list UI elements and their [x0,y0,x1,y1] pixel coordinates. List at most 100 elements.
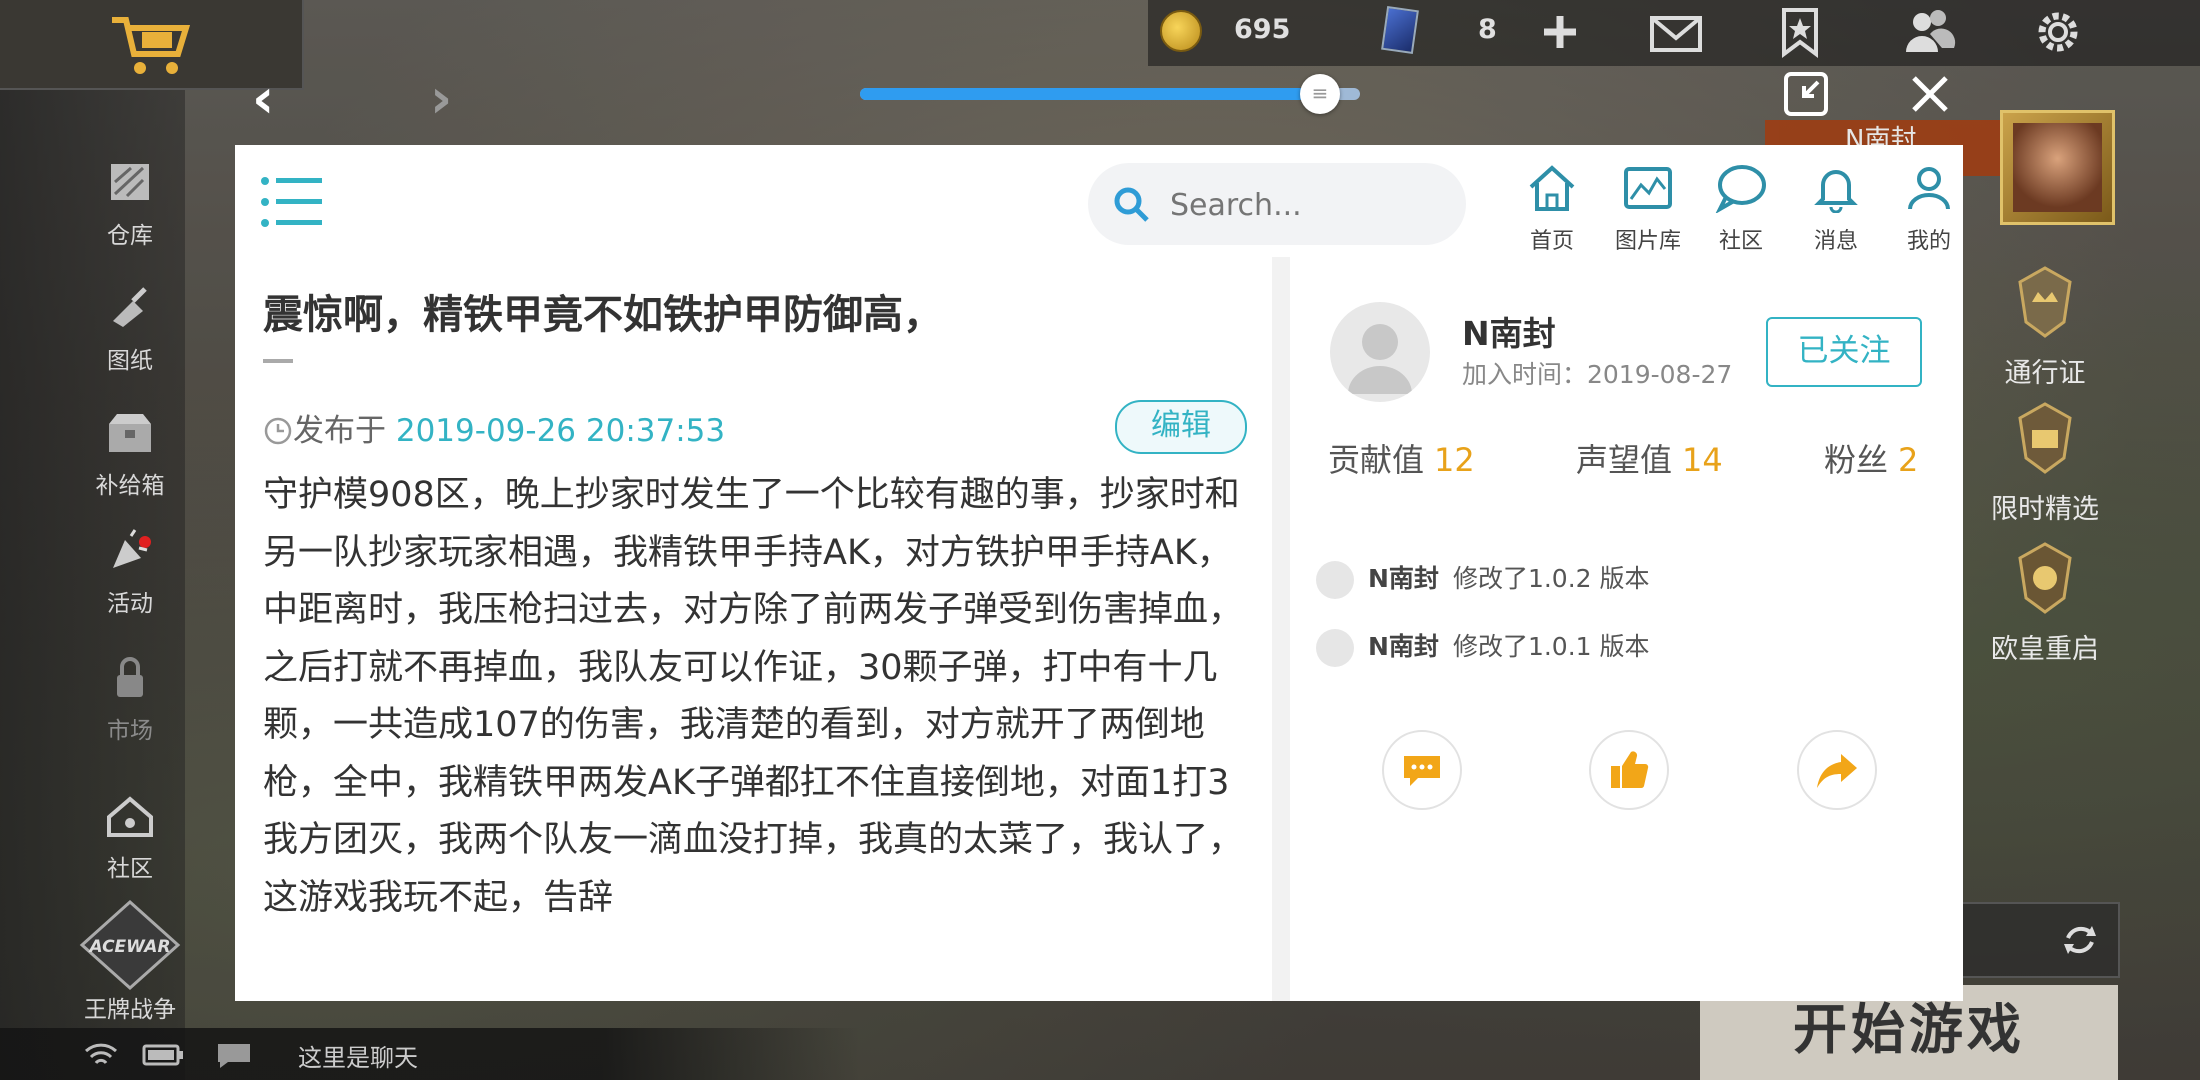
home-icon [1529,165,1575,211]
sidebar-item-supply-box[interactable]: 补给箱 [95,410,165,500]
coin-count: 695 [1234,14,1291,45]
author-sidebar: N南封 加入时间：2019-08-27 已关注 贡献值 12 声望值 14 粉丝 2 … [1290,257,1963,1001]
gallery-icon [1624,167,1672,209]
sidebar-item-label: 王牌战争 [84,997,176,1023]
search-input[interactable] [1168,181,1452,229]
activity-text: 修改了1.0.1 版本 [1452,632,1650,661]
stat-value: 2 [1898,441,1919,479]
sidebar-item-ace-war[interactable]: ACEWAR 王牌战争 [75,900,185,1024]
plus-icon[interactable] [1532,4,1588,60]
title-divider [263,359,293,363]
stat-label: 贡献值 [1328,441,1425,479]
nav-label: 社区 [1718,229,1763,254]
player-avatar[interactable] [2000,110,2115,225]
published-prefix: 发布于 [293,413,386,449]
article-title: 震惊啊，精铁甲竟不如铁护甲防御高， [263,292,943,338]
right-item-label: 通行证 [2004,358,2086,389]
right-item-label: 限时精选 [1991,494,2099,525]
stat-label: 粉丝 [1824,441,1889,479]
menu-list-icon[interactable] [260,175,322,229]
avatar-face [2013,123,2102,212]
bell-icon [1814,170,1858,214]
follow-button[interactable]: 已关注 [1766,317,1922,387]
card-icon [1381,5,1419,55]
back-arrow-icon[interactable]: ‹ [252,72,274,126]
comment-button[interactable] [1382,730,1462,810]
stat-contribution: 贡献值 12 [1328,435,1475,481]
sidebar-item-events[interactable]: 活动 [95,528,165,618]
nav-community[interactable]: 社区 [1701,163,1781,255]
activity-item[interactable]: N南封 修改了1.0.1 版本 [1316,627,1650,667]
lucky-restart-button[interactable]: 欧皇重启 [1985,538,2105,666]
limited-selection-button[interactable]: 限时精选 [1985,398,2105,526]
article: 震惊啊，精铁甲竟不如铁护甲防御高， 发布于 2019-09-26 20:37:5… [235,257,1290,1001]
author-name[interactable]: N南封 [1462,307,1556,355]
like-button[interactable] [1589,730,1669,810]
supply-box-icon [109,414,151,452]
chat-placeholder[interactable]: 这里是聊天 [298,1038,418,1073]
mini-avatar [1316,561,1354,599]
sidebar-item-label: 社区 [107,856,153,882]
activity-text: 修改了1.0.2 版本 [1452,564,1650,593]
bookmark-star-icon[interactable] [1770,4,1830,60]
stat-value: 14 [1682,441,1723,479]
article-meta: 发布于 2019-09-26 20:37:53 [263,405,725,450]
panel-header: 首页 图片库 社区 消息 我的 [235,145,1963,258]
nav-home[interactable]: 首页 [1512,163,1592,255]
stat-reputation: 声望值 14 [1576,435,1723,481]
share-button[interactable] [1797,730,1877,810]
mini-avatar [1316,629,1354,667]
clock-icon [264,417,292,445]
stat-followers: 粉丝 2 [1824,435,1918,481]
sidebar-item-blueprint[interactable]: 图纸 [95,285,165,375]
nav-profile[interactable]: 我的 [1889,163,1969,255]
minimize-window-icon[interactable] [1782,70,1830,118]
progress-handle[interactable]: ≡ [1300,74,1340,114]
stat-value: 12 [1434,441,1475,479]
warehouse-icon [111,164,149,200]
sidebar-item-label: 图纸 [107,348,153,374]
battle-pass-button[interactable]: 通行证 [1985,262,2105,390]
svg-text:ACEWAR: ACEWAR [87,937,170,957]
blueprint-icon [113,287,147,327]
community-house-icon [107,796,153,837]
nav-label: 首页 [1529,229,1574,254]
nav-gallery[interactable]: 图片库 [1608,163,1688,255]
nav-label: 消息 [1813,229,1858,254]
sidebar-item-warehouse[interactable]: 仓库 [95,160,165,250]
ace-war-logo-icon: ACEWAR [79,900,181,990]
nav-label: 我的 [1906,229,1951,254]
search-box[interactable] [1088,163,1466,245]
sidebar-item-label: 补给箱 [95,473,165,499]
comment-icon [1404,756,1440,786]
sidebar-item-market[interactable]: 市场 [95,655,165,745]
nav-messages[interactable]: 消息 [1796,163,1876,255]
gear-icon[interactable] [2028,4,2088,60]
sidebar-item-label: 仓库 [107,223,153,249]
refresh-button[interactable] [1958,902,2120,978]
activity-item[interactable]: N南封 修改了1.0.2 版本 [1316,559,1650,599]
battery-icon [142,1044,183,1066]
wifi-icon [84,1043,118,1065]
refresh-icon [2064,926,2096,954]
close-icon[interactable] [1906,70,1954,118]
chat-bar [0,1028,860,1080]
forward-arrow-icon[interactable]: › [430,72,452,126]
chat-icon[interactable] [214,1040,254,1070]
mail-icon[interactable] [1646,4,1706,60]
edit-button[interactable]: 编辑 [1115,400,1247,454]
lock-icon [117,657,143,697]
share-arrow-icon [1817,754,1857,788]
article-body: 守护模908区，晚上抄家时发生了一个比较有趣的事，抄家时和另一队抄家玩家相遇，我… [263,475,1244,918]
page-progress-bar[interactable]: ≡ [860,74,1360,114]
sidebar-item-community[interactable]: 社区 [95,793,165,883]
default-avatar-icon [1348,324,1412,394]
progress-fill [860,88,1320,100]
friends-icon[interactable] [1898,4,1958,60]
card-count: 8 [1478,14,1497,45]
author-avatar[interactable] [1330,302,1430,402]
chat-bubble-icon [1715,165,1766,215]
activity-user: N南封 [1368,564,1439,593]
right-item-label: 欧皇重启 [1991,634,2099,665]
join-date: 加入时间：2019-08-27 [1462,360,1733,389]
